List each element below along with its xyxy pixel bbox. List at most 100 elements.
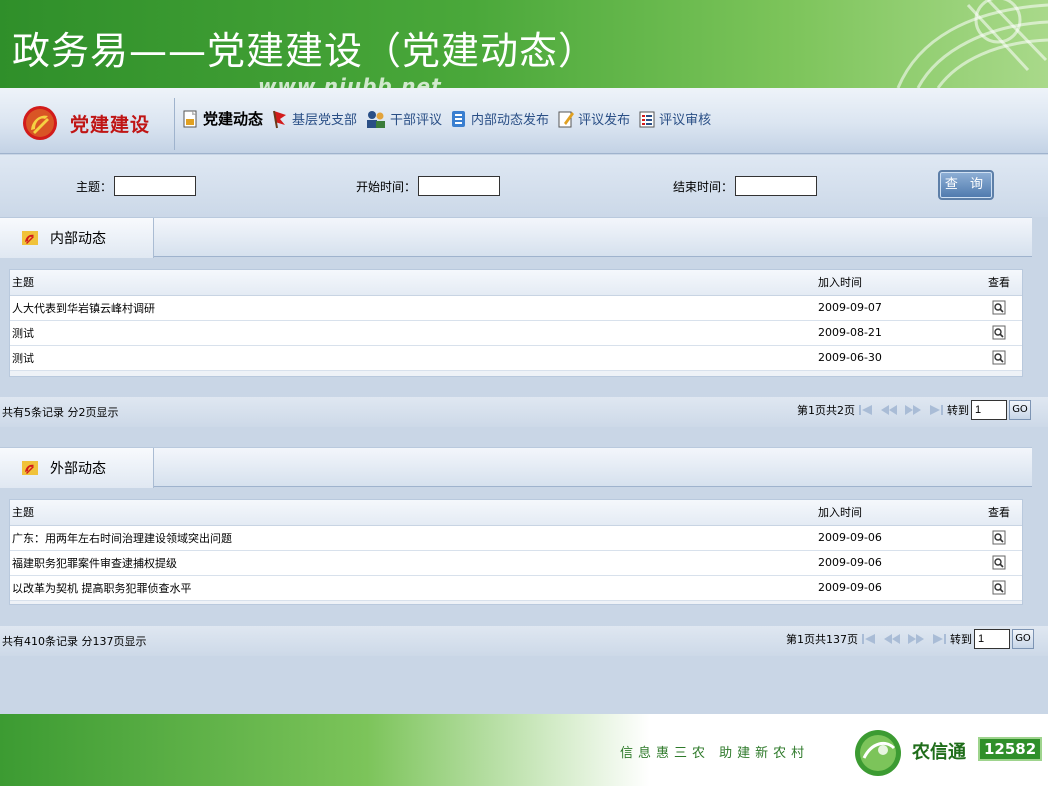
nav-item-label: 评议审核 [659,113,712,128]
last-page-icon[interactable] [931,633,947,645]
column-date: 加入时间 [816,270,976,296]
column-date: 加入时间 [816,500,976,526]
footer-slogan: 信息惠三农 助建新农村 [620,746,810,761]
flag-icon [273,110,287,128]
row-date: 2009-09-07 [816,295,976,321]
edit-icon [558,111,575,127]
last-page-icon[interactable] [928,404,944,416]
people-icon [367,110,386,128]
nav-item-label: 评议发布 [578,113,631,128]
table-row: 测试 2009-06-30 [10,345,1022,371]
nav-item-review-audit[interactable]: 评议审核 [638,109,711,129]
column-subject: 主题 [10,500,816,526]
nav-item-internal-publish[interactable]: 内部动态发布 [450,109,549,129]
internal-news-table: 主题 加入时间 查看 人大代表到华岩镇云峰村调研 2009-09-07 测试 2… [9,269,1023,377]
slide-footer: 信息惠三农 助建新农村 农信通 12582 [0,714,1048,786]
first-page-icon[interactable] [858,404,874,416]
magnifier-icon[interactable] [992,325,1006,340]
row-subject[interactable]: 测试 [10,345,816,371]
row-date: 2009-09-06 [816,550,976,576]
party-emblem-icon [22,231,38,245]
view-cell [976,345,1022,371]
row-subject[interactable]: 以改革为契机 提高职务犯罪侦查水平 [10,575,816,601]
header-decoration [896,0,1048,88]
page-info: 第1页共2页 [797,404,855,417]
go-button[interactable]: GO [1012,629,1034,649]
prev-page-icon[interactable] [883,633,901,645]
magnifier-icon[interactable] [992,300,1006,315]
section-tab-internal[interactable]: 内部动态 [0,218,154,258]
view-cell [976,320,1022,346]
row-subject[interactable]: 人大代表到华岩镇云峰村调研 [10,295,816,321]
brand-label: 党建建设 [70,113,151,136]
page-info: 第1页共137页 [786,633,858,646]
section-header-internal: 内部动态 [0,217,1032,258]
table-row: 人大代表到华岩镇云峰村调研 2009-09-07 [10,295,1022,321]
table-row: 广东：用两年左右时间治理建设领域突出问题 2009-09-06 [10,525,1022,551]
table-row: 测试 2009-08-21 [10,320,1022,346]
slide-header: 政务易——党建建设（党建动态） www.niubb.net [0,0,1048,88]
prev-page-icon[interactable] [880,404,898,416]
start-date-input[interactable] [418,176,501,196]
magnifier-icon[interactable] [992,530,1006,545]
external-news-table: 主题 加入时间 查看 广东：用两年左右时间治理建设领域突出问题 2009-09-… [9,499,1023,605]
row-date: 2009-09-06 [816,575,976,601]
nav-item-review-publish[interactable]: 评议发布 [557,109,630,129]
nav-item-party-news[interactable]: 党建动态 [182,108,263,129]
subject-filter: 主题： [76,176,197,196]
goto-page-input[interactable] [971,400,1007,420]
goto-label: 转到 [947,404,969,417]
magnifier-icon[interactable] [992,580,1006,595]
table-header-row: 主题 加入时间 查看 [10,500,1022,526]
end-date-label: 结束时间： [673,179,734,194]
document-icon [183,110,197,127]
pager-controls: 第1页共137页 转到 GO [786,629,1034,649]
slide-title: 政务易——党建建设（党建动态） [12,29,598,73]
nav-item-branch[interactable]: 基层党支部 [271,109,357,129]
view-cell [976,575,1022,601]
go-button[interactable]: GO [1009,400,1031,420]
end-date-filter: 结束时间： [673,176,818,196]
row-subject[interactable]: 广东：用两年左右时间治理建设领域突出问题 [10,525,816,551]
section-title-external: 外部动态 [50,461,106,477]
party-emblem-icon [23,106,57,140]
start-date-filter: 开始时间： [356,176,501,196]
brand: 党建建设 [20,104,150,142]
goto-label: 转到 [950,633,972,646]
column-subject: 主题 [10,270,816,296]
row-subject[interactable]: 福建职务犯罪案件审查逮捕权提级 [10,550,816,576]
column-view: 查看 [976,500,1022,526]
footer-logo-text: 农信通 [912,742,966,763]
magnifier-icon[interactable] [992,350,1006,365]
view-cell [976,525,1022,551]
nav-divider [174,98,175,150]
nav-item-label: 内部动态发布 [471,113,550,128]
section-title-internal: 内部动态 [50,231,106,247]
row-date: 2009-06-30 [816,345,976,371]
first-page-icon[interactable] [861,633,877,645]
start-date-label: 开始时间： [356,179,417,194]
watermark: www.niubb.net [258,74,442,88]
nav-item-label: 党建动态 [203,110,264,128]
search-bar: 主题： 开始时间： 结束时间： 查 询 [0,155,1048,217]
row-date: 2009-09-06 [816,525,976,551]
goto-page-input[interactable] [974,629,1010,649]
view-cell [976,295,1022,321]
nav-menu: 党建动态 基层党支部 干部评议 内部动态发布 评议发布 评议审核 [182,108,719,129]
next-page-icon[interactable] [907,633,925,645]
row-subject[interactable]: 测试 [10,320,816,346]
table-row: 以改革为契机 提高职务犯罪侦查水平 2009-09-06 [10,575,1022,601]
subject-input[interactable] [114,176,197,196]
magnifier-icon[interactable] [992,555,1006,570]
app-frame: 党建建设 党建动态 基层党支部 干部评议 内部动态发布 评议发布 评议审核 主题… [0,88,1048,714]
end-date-input[interactable] [735,176,818,196]
next-page-icon[interactable] [904,404,922,416]
nav-item-cadre-review[interactable]: 干部评议 [365,109,442,129]
party-emblem-icon [22,461,38,475]
publish-icon [452,110,466,127]
section-tab-external[interactable]: 外部动态 [0,448,154,488]
pager-controls: 第1页共2页 转到 GO [797,400,1031,420]
query-button[interactable]: 查 询 [938,170,994,200]
record-summary: 共有410条记录 分137页显示 [2,635,147,648]
globe-logo-icon [855,730,901,776]
